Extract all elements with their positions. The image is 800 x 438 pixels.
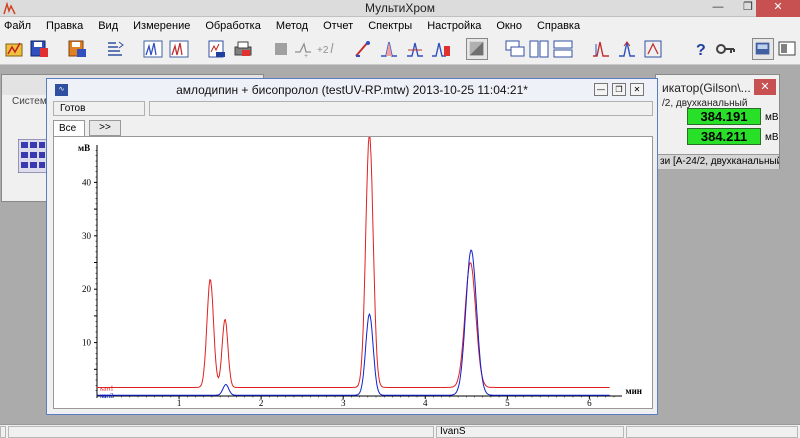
- menu-spectra[interactable]: Спектры: [368, 20, 412, 32]
- y-tick-label: 40: [82, 177, 92, 187]
- svg-text:+2: +2: [317, 45, 329, 56]
- chromatogram-window-title: амлодипин + бисопролол (testUV-RP.mtw) 2…: [176, 83, 528, 97]
- chart-status-row: Готов: [53, 101, 653, 117]
- chromatogram-view-icon[interactable]: [142, 38, 164, 60]
- y-axis-label: мВ: [78, 143, 90, 153]
- menu-processing[interactable]: Обработка: [205, 20, 260, 32]
- menu-measure[interactable]: Измерение: [133, 20, 190, 32]
- x-tick-label: 4: [423, 398, 428, 408]
- chromatogram-window: ∿ амлодипин + бисопролол (testUV-RP.mtw)…: [46, 78, 658, 415]
- detector-panel-title: икатор(Gilson\...: [662, 81, 751, 95]
- status-cell-user: IvanS: [436, 426, 624, 438]
- detector-panel: икатор(Gilson\... ✕ /2, двухканальный 38…: [655, 74, 780, 169]
- x-tick-label: 1: [177, 398, 182, 408]
- baseline-icon[interactable]: +: [292, 38, 314, 60]
- menu-edit[interactable]: Правка: [46, 20, 83, 32]
- peak-table-icon[interactable]: [430, 38, 452, 60]
- svg-text:+: +: [304, 53, 308, 60]
- chromatogram-plot[interactable]: мВ мин 10 20 30 40 1 2 3 4 5 6 кан1 кан2: [53, 136, 653, 409]
- menu-file[interactable]: Файл: [4, 20, 31, 32]
- peak-marks-icon[interactable]: [590, 38, 612, 60]
- tile-horizontal-icon[interactable]: [552, 38, 574, 60]
- chart-status-ready: Готов: [53, 101, 145, 116]
- series-line-1: [97, 137, 610, 388]
- save-method-icon[interactable]: [66, 38, 88, 60]
- x-tick-label: 6: [587, 398, 592, 408]
- chromatogram-window-titlebar: ∿ амлодипин + бисопролол (testUV-RP.mtw)…: [47, 79, 657, 101]
- instrument-grid-icon[interactable]: [18, 139, 48, 173]
- toolbar: + +2 ?: [0, 35, 800, 65]
- zoom-peak-icon[interactable]: [616, 38, 638, 60]
- app-titlebar: МультиХром — ❐ ✕: [0, 0, 800, 17]
- calibration-icon[interactable]: [352, 38, 374, 60]
- y-tick-label: 10: [82, 338, 92, 348]
- chart-status-blank: [149, 101, 653, 116]
- report-preview-icon[interactable]: [206, 38, 228, 60]
- chart-close-button[interactable]: ✕: [630, 83, 644, 96]
- detector-footer: зи [A-24/2, двухканальный]: [656, 154, 779, 169]
- zoom-fit-icon[interactable]: [642, 38, 664, 60]
- y-tick-label: 20: [82, 284, 92, 294]
- channel1-unit: мВ: [765, 112, 779, 123]
- chromatogram-svg: мВмин102030401 2 3 4 5 6кан1кан2: [78, 137, 642, 408]
- menu-settings[interactable]: Настройка: [427, 20, 481, 32]
- add-peak-icon[interactable]: +2: [315, 38, 337, 60]
- open-chromatogram-icon[interactable]: [4, 38, 26, 60]
- x-tick-label: 3: [341, 398, 346, 408]
- status-bar: IvanS: [0, 424, 800, 438]
- channel2-readout: 384.211: [687, 128, 761, 145]
- chart-minimize-button[interactable]: —: [594, 83, 608, 96]
- menu-window[interactable]: Окно: [496, 20, 522, 32]
- menu-method[interactable]: Метод: [276, 20, 308, 32]
- peak-width-icon[interactable]: [404, 38, 426, 60]
- key-icon[interactable]: [714, 38, 736, 60]
- channel1-readout: 384.191: [687, 108, 761, 125]
- x-axis-label: мин: [625, 386, 642, 396]
- grayscale-icon[interactable]: [466, 38, 488, 60]
- x-tick-label: 5: [505, 398, 510, 408]
- cascade-windows-icon[interactable]: [504, 38, 526, 60]
- close-button[interactable]: ✕: [756, 0, 800, 17]
- channel-label-2: кан2: [100, 392, 114, 400]
- x-tick-label: 2: [259, 398, 264, 408]
- menu-view[interactable]: Вид: [98, 20, 118, 32]
- stop-icon[interactable]: [270, 38, 292, 60]
- print-icon[interactable]: [232, 38, 254, 60]
- menu-report[interactable]: Отчет: [323, 20, 353, 32]
- status-cell-message: [8, 426, 434, 438]
- save-icon[interactable]: [28, 38, 50, 60]
- app-title: МультиХром: [365, 1, 435, 15]
- tile-vertical-icon[interactable]: [528, 38, 550, 60]
- sequence-icon[interactable]: [104, 38, 126, 60]
- svg-text:?: ?: [696, 42, 706, 59]
- instrument-status-icon[interactable]: [752, 38, 774, 60]
- help-icon[interactable]: ?: [690, 38, 712, 60]
- series-line-2: [97, 249, 610, 396]
- menu-bar: Файл Правка Вид Измерение Обработка Мето…: [0, 17, 800, 35]
- y-tick-label: 30: [82, 231, 92, 241]
- minimize-button[interactable]: —: [704, 0, 732, 17]
- instrument-panel-icon[interactable]: [776, 38, 798, 60]
- detector-close-icon[interactable]: ✕: [754, 79, 776, 95]
- chromatogram-compare-icon[interactable]: [168, 38, 190, 60]
- channel2-unit: мВ: [765, 132, 779, 143]
- tab-more-button[interactable]: >>: [89, 120, 121, 136]
- status-cell-left: [0, 426, 6, 438]
- system-panel-tab[interactable]: Систем: [12, 96, 47, 107]
- chart-maximize-button[interactable]: ❐: [612, 83, 626, 96]
- status-cell-right: [626, 426, 798, 438]
- tab-all[interactable]: Все: [53, 120, 85, 137]
- integration-icon[interactable]: [378, 38, 400, 60]
- menu-help[interactable]: Справка: [537, 20, 580, 32]
